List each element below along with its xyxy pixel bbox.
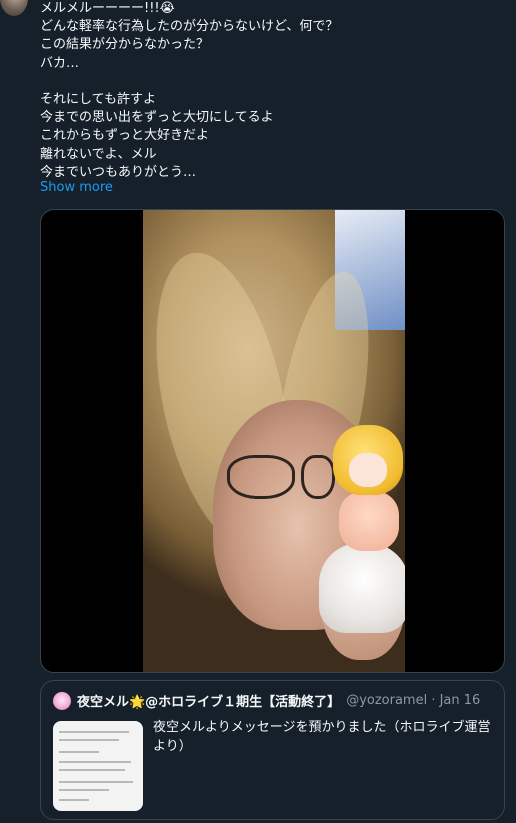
quoted-display-name[interactable]: 夜空メル🌟@ホロライブ１期生【活動終了】 [77,691,340,710]
tweet-text: メルメルーーーー!!!😭 どんな軽率な行為したのが分からないけど、何で？ この結… [40,1,339,180]
video-frame[interactable] [143,210,405,672]
figurine-face [349,453,387,487]
quoted-thumbnail[interactable] [53,721,143,811]
quoted-avatar[interactable] [53,691,71,710]
glasses [227,455,295,499]
quoted-header: 夜空メル🌟@ホロライブ１期生【活動終了】 @yozoramel · Jan 16 [53,691,480,710]
glasses [301,455,335,499]
quoted-handle-date[interactable]: @yozoramel · Jan 16 [346,693,480,708]
author-avatar[interactable] [0,0,28,16]
figurine-base [319,543,405,633]
figurine [319,425,405,635]
quoted-tweet[interactable]: 夜空メル🌟@ホロライブ１期生【活動終了】 @yozoramel · Jan 16… [40,680,505,820]
quoted-text: 夜空メルよりメッセージを預かりました（ホロライブ運営より） [153,720,491,754]
tweet-video[interactable] [40,209,505,673]
show-more-link[interactable]: Show more [40,180,113,195]
figurine-body [339,491,399,551]
